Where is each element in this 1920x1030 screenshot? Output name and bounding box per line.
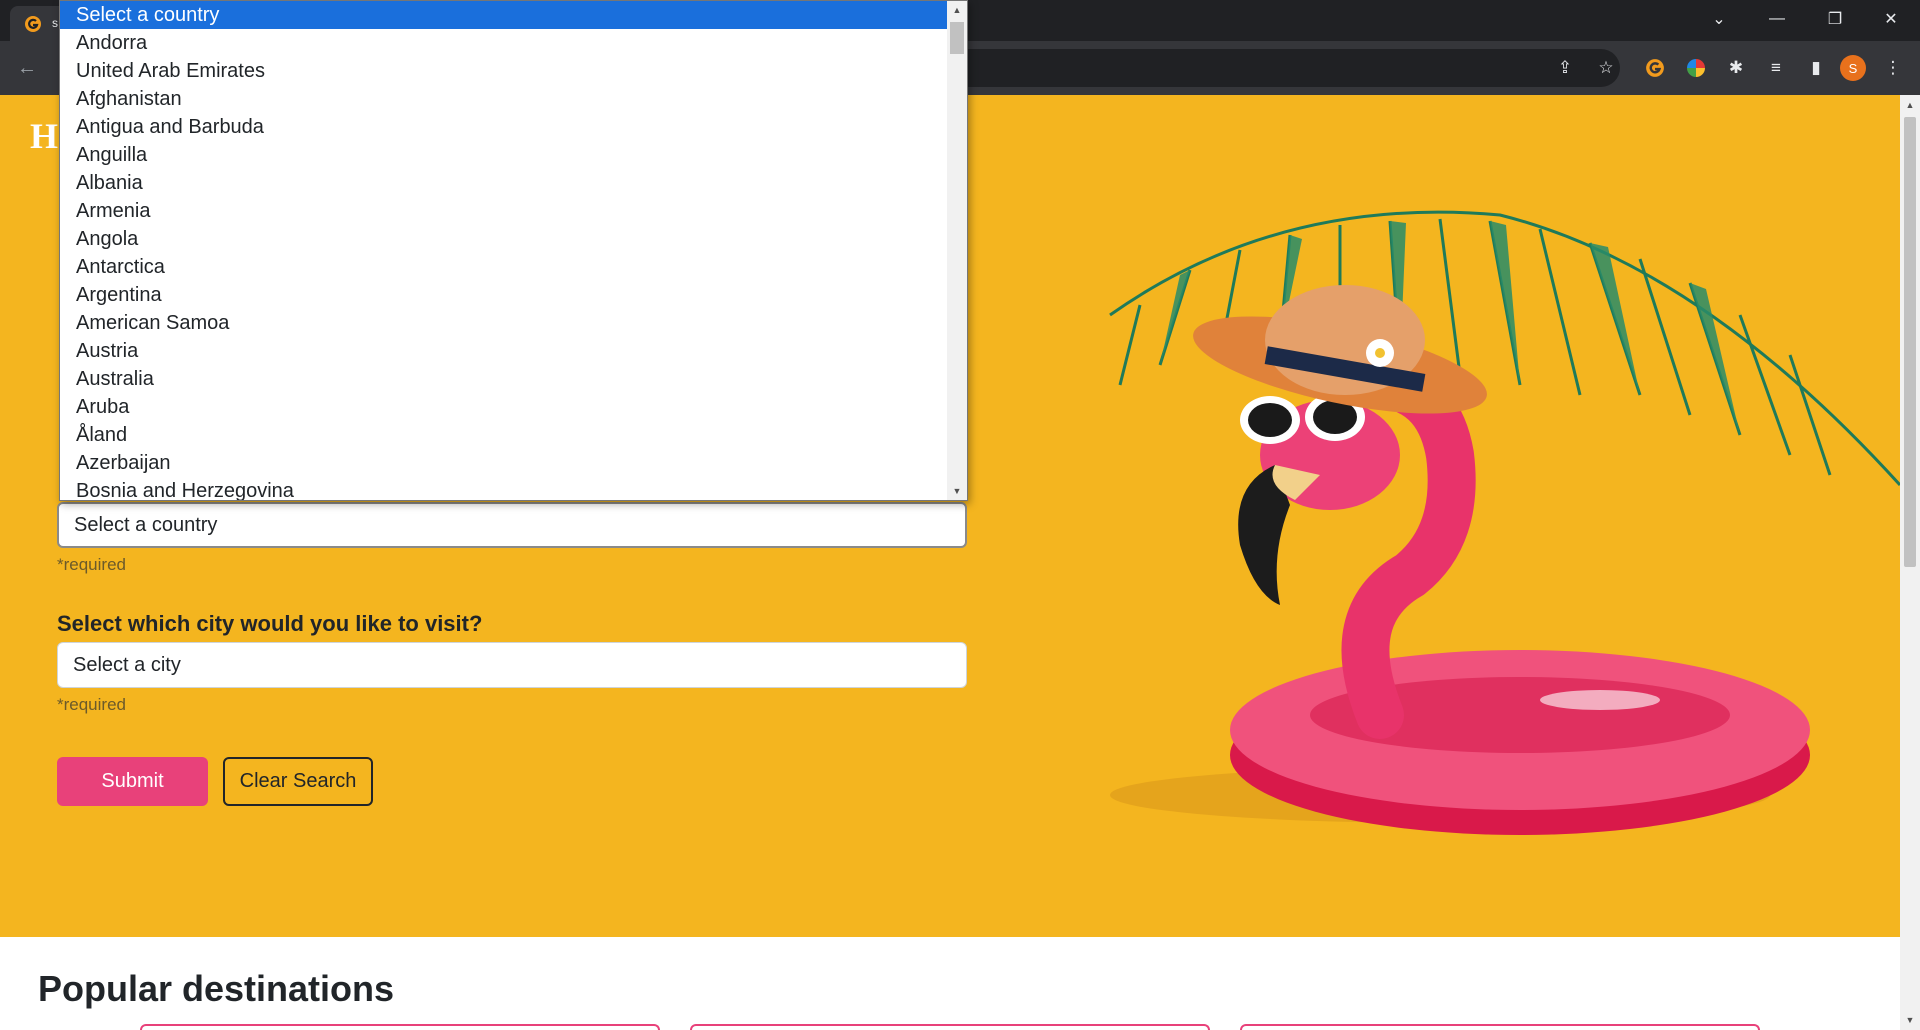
restore-icon[interactable]: ❐ (1812, 0, 1858, 38)
sidepanel-icon[interactable]: ▮ (1803, 55, 1829, 81)
country-option[interactable]: Angola (60, 225, 948, 253)
minimize-icon[interactable]: — (1754, 0, 1800, 38)
city-field-label: Select which city would you like to visi… (57, 611, 483, 636)
country-select-value: Select a country (74, 513, 218, 536)
puzzle-icon[interactable]: ✱ (1723, 55, 1749, 81)
country-option[interactable]: Åland (60, 421, 948, 449)
country-option[interactable]: United Arab Emirates (60, 57, 948, 85)
country-option[interactable]: American Samoa (60, 309, 948, 337)
country-select[interactable]: Select a country (57, 502, 967, 548)
country-option[interactable]: Azerbaijan (60, 449, 948, 477)
city-select[interactable]: Select a city (57, 642, 967, 688)
media-icon[interactable]: ≡ (1763, 55, 1789, 81)
grammarly-favicon-icon (25, 16, 41, 32)
profile-avatar[interactable]: S (1840, 55, 1866, 81)
dropdown-scrollbar[interactable]: ▲ ▼ (947, 1, 967, 500)
country-option[interactable]: Australia (60, 365, 948, 393)
star-icon[interactable]: ☆ (1593, 55, 1619, 81)
country-option[interactable]: Austria (60, 337, 948, 365)
country-option[interactable]: Andorra (60, 29, 948, 57)
more-menu-icon[interactable]: ⋮ (1880, 55, 1906, 81)
back-arrow-icon[interactable]: ← (12, 53, 42, 83)
country-option[interactable]: Anguilla (60, 141, 948, 169)
color-wheel-icon[interactable] (1683, 55, 1709, 81)
country-option[interactable]: Albania (60, 169, 948, 197)
share-icon[interactable]: ⇪ (1552, 55, 1578, 81)
country-dropdown-list[interactable]: Select a country Andorra United Arab Emira… (59, 0, 968, 501)
dropdown-scroll-up-icon[interactable]: ▲ (951, 4, 963, 16)
popular-destinations-title: Popular destinations (38, 968, 395, 1009)
grammarly-icon[interactable] (1642, 55, 1668, 81)
country-option[interactable]: Afghanistan (60, 85, 948, 113)
flamingo-float-illustration (1109, 210, 1900, 835)
scroll-up-arrow-icon[interactable]: ▲ (1904, 99, 1916, 111)
dropdown-scrollbar-thumb[interactable] (950, 22, 964, 54)
country-option[interactable]: Armenia (60, 197, 948, 225)
destination-card[interactable] (1240, 1024, 1760, 1030)
country-option[interactable]: Argentina (60, 281, 948, 309)
country-option[interactable]: Select a country (60, 1, 948, 29)
country-options: Select a country Andorra United Arab Emira… (60, 1, 967, 500)
country-option[interactable]: Antigua and Barbuda (60, 113, 948, 141)
country-option[interactable]: Bosnia and Herzegovina (60, 477, 948, 500)
tab-search-chevron-down-icon[interactable]: ⌄ (1696, 0, 1742, 38)
submit-button[interactable]: Submit (57, 757, 208, 806)
country-option[interactable]: Aruba (60, 393, 948, 421)
page-scrollbar[interactable]: ▲ ▼ (1900, 95, 1920, 1030)
country-required-note: *required (57, 555, 126, 574)
city-select-value: Select a city (73, 653, 181, 676)
destination-card[interactable] (140, 1024, 660, 1030)
scroll-down-arrow-icon[interactable]: ▼ (1904, 1014, 1916, 1026)
page-scrollbar-thumb[interactable] (1904, 117, 1916, 567)
site-brand[interactable]: H (30, 115, 58, 157)
close-icon[interactable]: ✕ (1868, 0, 1914, 38)
city-required-note: *required (57, 695, 126, 714)
destination-card[interactable] (690, 1024, 1210, 1030)
dropdown-scroll-down-icon[interactable]: ▼ (951, 485, 963, 497)
country-option[interactable]: Antarctica (60, 253, 948, 281)
clear-search-button[interactable]: Clear Search (223, 757, 373, 806)
